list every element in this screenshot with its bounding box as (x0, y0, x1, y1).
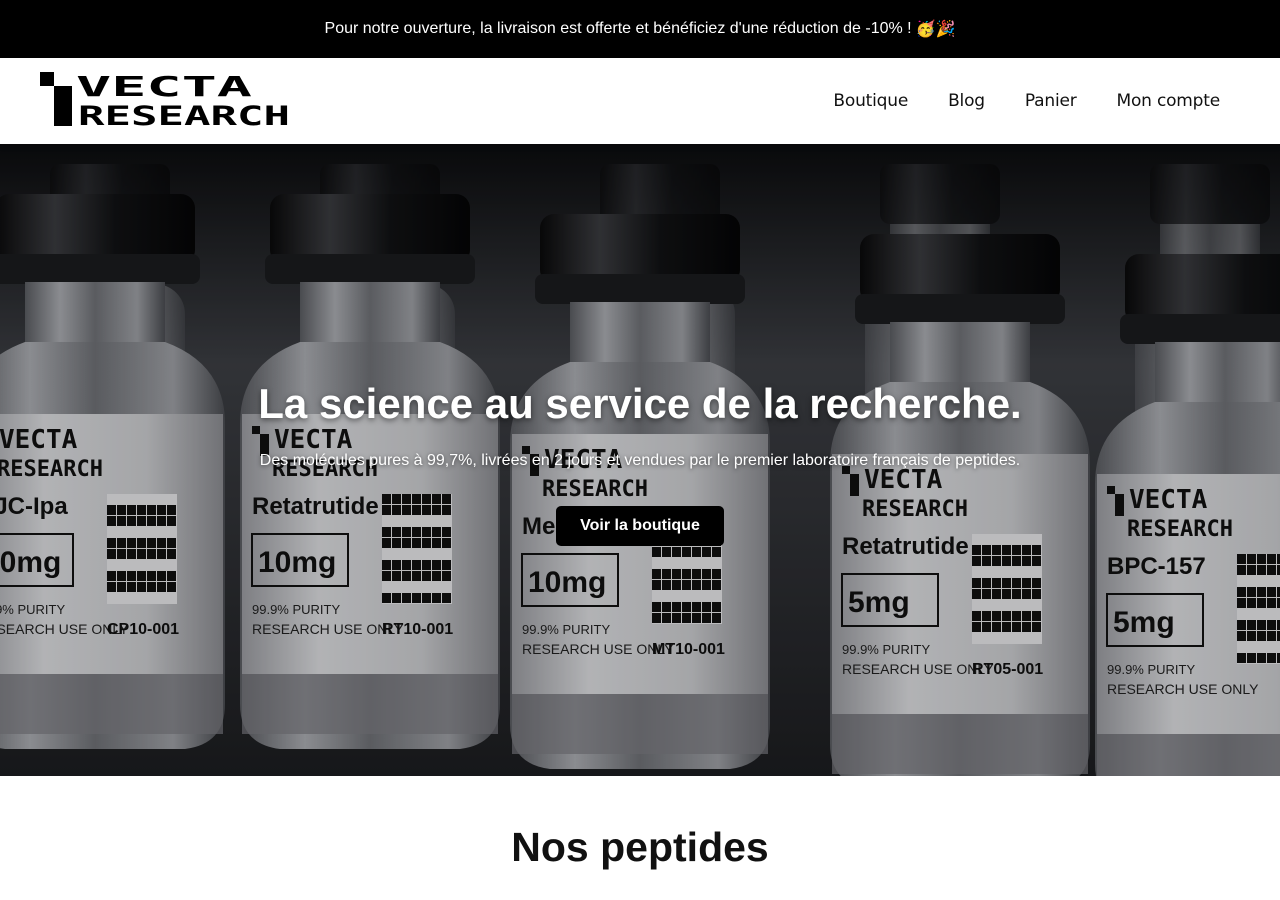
logo-line1: VECTA (76, 72, 252, 103)
nav-boutique[interactable]: Boutique (833, 91, 908, 111)
nav-mon-compte[interactable]: Mon compte (1117, 91, 1221, 111)
nav-panier[interactable]: Panier (1025, 91, 1077, 111)
hero-subtitle: Des molécules pures à 99,7%, livrées en … (259, 452, 1021, 469)
hero-title: La science au service de la recherche. (258, 380, 1022, 427)
logo-line2: RESEARCH (78, 101, 290, 126)
products-section: Nos peptides (0, 776, 1280, 871)
announcement-text: Pour notre ouverture, la livraison est o… (324, 20, 912, 37)
shop-cta-button[interactable]: Voir la boutique (556, 506, 724, 546)
hero-content: La science au service de la recherche. D… (0, 380, 1280, 546)
site-header: VECTA RESEARCH Boutique Blog Panier Mon … (0, 58, 1280, 144)
announcement-bar: Pour notre ouverture, la livraison est o… (0, 0, 1280, 58)
products-section-title: Nos peptides (511, 824, 769, 870)
announcement-emoji: 🥳🎉 (915, 21, 956, 38)
nav-blog[interactable]: Blog (948, 91, 985, 111)
brand-logo[interactable]: VECTA RESEARCH (40, 70, 292, 132)
vecta-research-logo: VECTA RESEARCH (40, 70, 290, 132)
hero-banner: VECTARESEARCHCJC-Ipa10mg99.9% PURITYRESE… (0, 144, 1280, 776)
main-nav: Boutique Blog Panier Mon compte (833, 91, 1220, 111)
